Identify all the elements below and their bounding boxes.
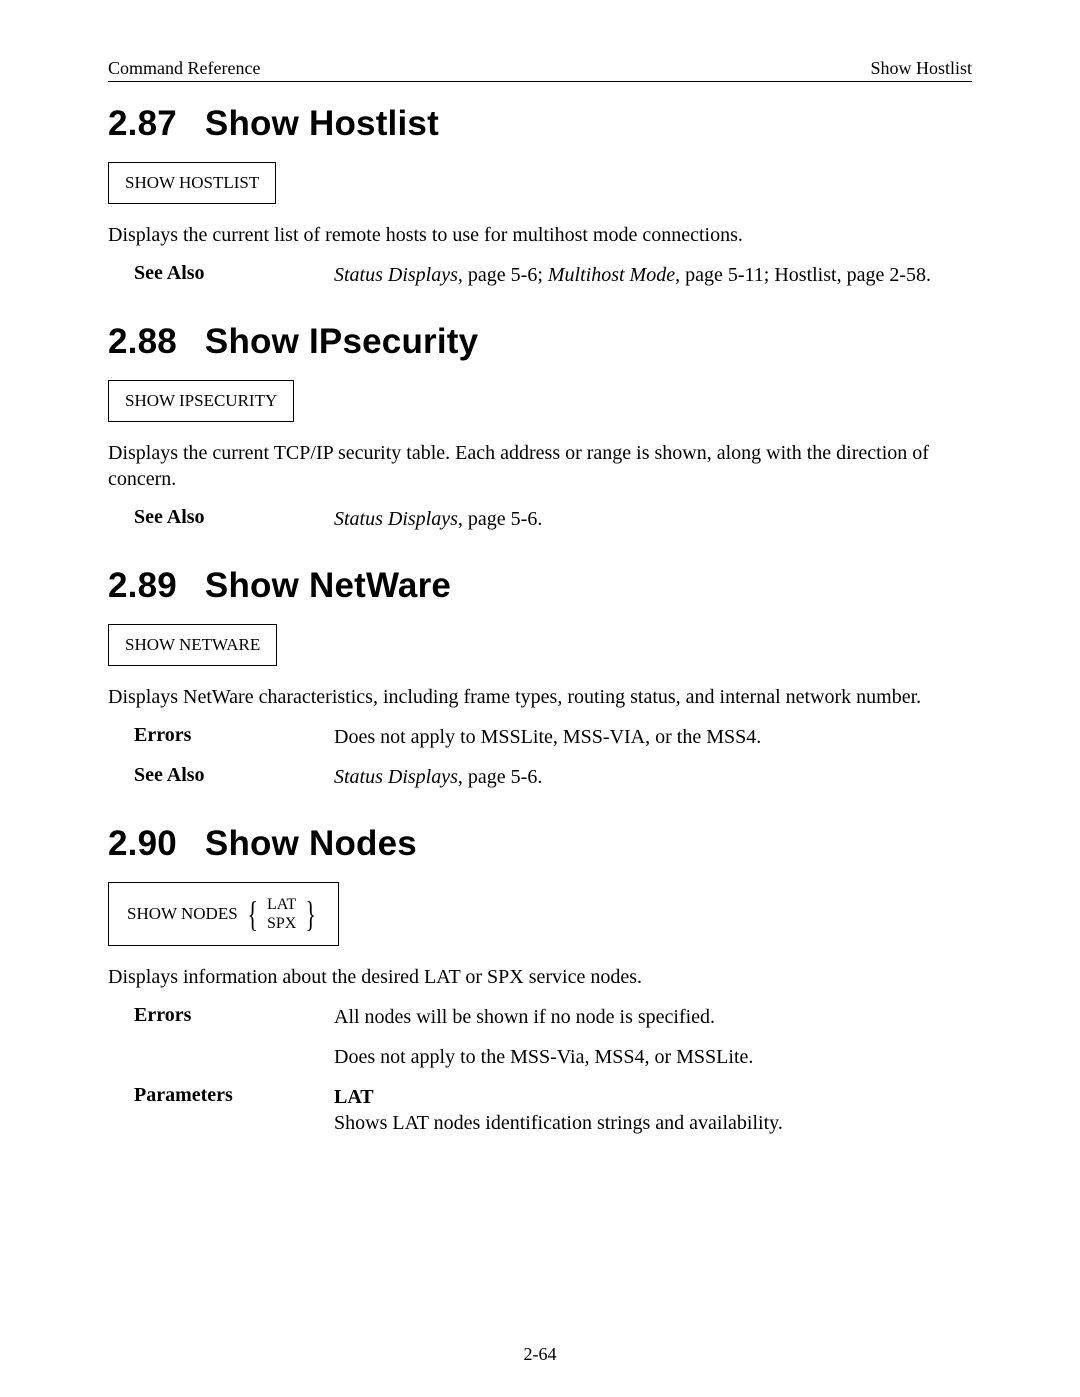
see-also-text: , page 5-6. [458, 508, 542, 530]
parameters-label: Parameters [134, 1084, 334, 1136]
syntax-box-show-hostlist: SHOW HOSTLIST [108, 162, 276, 204]
see-also-italic: Status Displays [334, 766, 458, 788]
see-also-label: See Also [134, 506, 334, 532]
description-2-88: Displays the current TCP/IP security tab… [108, 440, 972, 492]
parameter-description: Shows LAT nodes identification strings a… [334, 1112, 783, 1134]
section-number: 2.88 [108, 322, 177, 361]
description-2-89: Displays NetWare characteristics, includ… [108, 684, 972, 710]
errors-row-2-90b: Does not apply to the MSS-Via, MSS4, or … [108, 1044, 972, 1070]
syntax-option: SPX [267, 914, 296, 933]
see-also-italic: Status Displays [334, 508, 458, 530]
section-number: 2.87 [108, 104, 177, 143]
section-heading-2-89: 2.89 Show NetWare [108, 566, 972, 606]
syntax-options: LAT SPX [267, 895, 296, 933]
errors-label-empty [134, 1044, 334, 1070]
syntax-box-show-ipsecurity: SHOW IPSECURITY [108, 380, 294, 422]
see-also-row-2-89: See Also Status Displays, page 5-6. [108, 764, 972, 790]
errors-label: Errors [134, 724, 334, 750]
header-left: Command Reference [108, 58, 260, 79]
syntax-text: SHOW HOSTLIST [125, 173, 259, 192]
section-title-text: Show Nodes [205, 824, 417, 863]
description-2-90: Displays information about the desired L… [108, 964, 972, 990]
header-right: Show Hostlist [870, 58, 972, 79]
syntax-box-show-netware: SHOW NETWARE [108, 624, 277, 666]
see-also-text: , page 5-11; Hostlist, page 2-58. [675, 264, 931, 286]
errors-value: Does not apply to MSSLite, MSS-VIA, or t… [334, 724, 972, 750]
running-header: Command Reference Show Hostlist [108, 58, 972, 82]
section-heading-2-87: 2.87 Show Hostlist [108, 104, 972, 144]
errors-row-2-90a: Errors All nodes will be shown if no nod… [108, 1004, 972, 1030]
syntax-prefix: SHOW NODES [127, 904, 238, 924]
page: Command Reference Show Hostlist 2.87 Show… [0, 0, 1080, 1397]
see-also-italic: Multihost Mode [548, 264, 675, 286]
syntax-box-show-nodes: SHOW NODES { LAT SPX } [108, 882, 339, 946]
see-also-text: , page 5-6; [458, 264, 548, 286]
syntax-text: SHOW IPSECURITY [125, 391, 277, 410]
parameter-term: LAT [334, 1086, 374, 1108]
errors-value: All nodes will be shown if no node is sp… [334, 1004, 972, 1030]
section-number: 2.90 [108, 824, 177, 863]
see-also-label: See Also [134, 764, 334, 790]
see-also-italic: Status Displays [334, 264, 458, 286]
see-also-text: , page 5-6. [458, 766, 542, 788]
see-also-value: Status Displays, page 5-6. [334, 764, 972, 790]
section-number: 2.89 [108, 566, 177, 605]
see-also-value: Status Displays, page 5-6. [334, 506, 972, 532]
syntax-option: LAT [267, 895, 296, 914]
see-also-value: Status Displays, page 5-6; Multihost Mod… [334, 262, 972, 288]
section-title-text: Show IPsecurity [205, 322, 478, 361]
see-also-row-2-87: See Also Status Displays, page 5-6; Mult… [108, 262, 972, 288]
page-number: 2-64 [0, 1344, 1080, 1365]
section-title-text: Show Hostlist [205, 104, 439, 143]
errors-value: Does not apply to the MSS-Via, MSS4, or … [334, 1044, 972, 1070]
parameters-value: LAT Shows LAT nodes identification strin… [334, 1084, 972, 1136]
close-brace-icon: } [306, 899, 316, 929]
section-heading-2-90: 2.90 Show Nodes [108, 824, 972, 864]
description-2-87: Displays the current list of remote host… [108, 222, 972, 248]
see-also-row-2-88: See Also Status Displays, page 5-6. [108, 506, 972, 532]
syntax-text: SHOW NETWARE [125, 635, 260, 654]
errors-label: Errors [134, 1004, 334, 1030]
section-title-text: Show NetWare [205, 566, 451, 605]
errors-row-2-89: Errors Does not apply to MSSLite, MSS-VI… [108, 724, 972, 750]
see-also-label: See Also [134, 262, 334, 288]
open-brace-icon: { [247, 899, 257, 929]
section-heading-2-88: 2.88 Show IPsecurity [108, 322, 972, 362]
parameters-row-2-90: Parameters LAT Shows LAT nodes identific… [108, 1084, 972, 1136]
